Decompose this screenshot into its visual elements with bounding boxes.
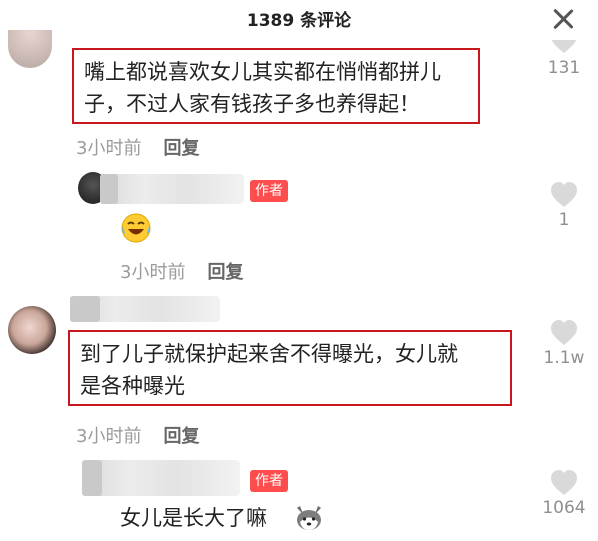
comment-meta: 3小时前 回复 xyxy=(76,422,199,448)
comment-text: 女儿是长大了嘛 xyxy=(120,503,267,533)
comment-text-highlighted: 到了儿子就保护起来舍不得曝光，女儿就 是各种曝光 xyxy=(68,330,512,406)
blurred-username xyxy=(82,460,240,496)
avatar[interactable] xyxy=(8,306,56,354)
comment-text-line: 是各种曝光 xyxy=(80,374,185,398)
like-count: 1 xyxy=(558,210,570,230)
comment-time: 3小时前 xyxy=(76,138,142,159)
like-button[interactable]: 1064 xyxy=(534,468,594,518)
author-badge: 作者 xyxy=(250,180,288,202)
heart-icon xyxy=(551,182,577,207)
comment-count-title: 1389 条评论 xyxy=(246,11,352,31)
avatar[interactable] xyxy=(8,30,52,68)
like-count: 1064 xyxy=(542,498,586,518)
comment-meta: 3小时前 回复 xyxy=(76,134,199,160)
heart-icon xyxy=(551,470,577,495)
comment-text-line: 子，不过人家有钱孩子多也养得起！ xyxy=(84,92,420,116)
comment-text-line: 嘴上都说喜欢女儿其实都在悄悄都拼儿 xyxy=(84,60,441,84)
heart-icon xyxy=(551,40,577,53)
like-button[interactable]: 1.1w xyxy=(534,318,594,368)
like-count: 1.1w xyxy=(543,348,585,368)
blurred-username xyxy=(70,296,220,322)
heart-icon xyxy=(551,320,577,345)
laughing-tears-emoji xyxy=(121,213,151,243)
husky-dog-emoji xyxy=(297,506,321,530)
comment-text-content: 女儿是长大了嘛 xyxy=(120,506,267,530)
comment-time: 3小时前 xyxy=(120,262,186,283)
comments-header: 1389 条评论 xyxy=(0,0,598,38)
blurred-username xyxy=(100,174,244,204)
close-icon[interactable] xyxy=(550,6,576,32)
reply-button[interactable]: 回复 xyxy=(163,138,199,159)
like-count: 131 xyxy=(547,58,581,78)
reply-button[interactable]: 回复 xyxy=(163,426,199,447)
comment-time: 3小时前 xyxy=(76,426,142,447)
comment-text-line: 到了儿子就保护起来舍不得曝光，女儿就 xyxy=(80,342,458,366)
like-button[interactable]: 1 xyxy=(534,180,594,230)
author-badge: 作者 xyxy=(250,470,288,492)
reply-button[interactable]: 回复 xyxy=(207,262,243,283)
like-button[interactable]: 131 xyxy=(534,40,594,78)
comment-meta: 3小时前 回复 xyxy=(120,258,243,284)
comment-text-highlighted: 嘴上都说喜欢女儿其实都在悄悄都拼儿 子，不过人家有钱孩子多也养得起！ xyxy=(72,48,480,124)
